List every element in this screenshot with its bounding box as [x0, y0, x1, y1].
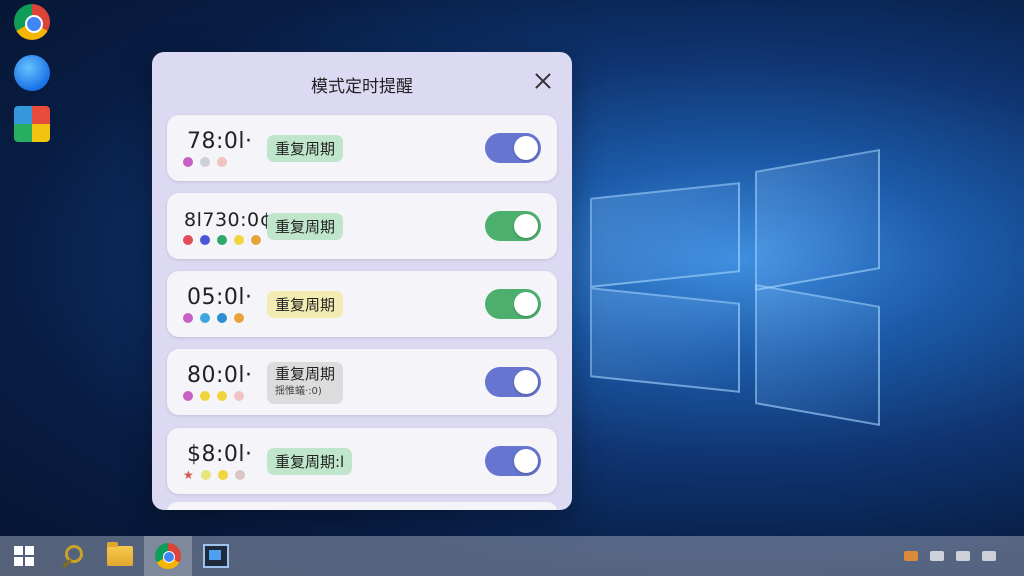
weekday-dot	[234, 313, 244, 323]
weekday-dots: ★	[183, 468, 245, 482]
toggle-knob	[514, 292, 538, 316]
alarm-card[interactable]: 05:0l· 重复周期	[167, 271, 557, 337]
desktop-icon-chrome[interactable]	[4, 4, 60, 43]
weekday-dots	[183, 157, 227, 167]
weekday-dot	[183, 157, 193, 167]
repeat-badge-label: 重复周期	[275, 365, 336, 383]
weekday-dot	[217, 391, 227, 401]
repeat-badge-sublabel: 揺惟蟻·:0)	[275, 386, 322, 397]
weekday-dot	[234, 391, 244, 401]
repeat-badge-label: 重复周期	[275, 218, 336, 236]
alarm-card[interactable]: 8l730:0¢ 重复周期	[167, 193, 557, 259]
alarm-toggle[interactable]	[485, 446, 541, 476]
weather-icon[interactable]	[904, 551, 918, 561]
weekday-dot	[200, 313, 210, 323]
weekday-dot	[217, 157, 227, 167]
volume-icon[interactable]	[956, 551, 970, 561]
repeat-badge[interactable]: 重复周期	[267, 213, 344, 240]
chrome-icon	[14, 4, 50, 40]
repeat-badge-label: 重复周期:l	[275, 453, 345, 471]
taskbar	[0, 536, 1024, 576]
weekday-dot	[183, 391, 193, 401]
alarm-time: 80:0l·	[187, 363, 253, 388]
taskbar-terminal[interactable]	[192, 536, 240, 576]
weekday-dot	[183, 235, 193, 245]
file-explorer-icon	[107, 542, 133, 566]
system-tray	[904, 536, 1024, 576]
repeat-badge[interactable]: 重复周期:l	[267, 448, 353, 475]
alarm-toggle[interactable]	[485, 211, 541, 241]
start-button[interactable]	[0, 536, 48, 576]
alarm-toggle[interactable]	[485, 289, 541, 319]
weekday-dot	[200, 391, 210, 401]
weekday-dots	[183, 235, 261, 245]
terminal-icon	[203, 544, 229, 568]
taskbar-file-explorer[interactable]	[96, 536, 144, 576]
alarm-card[interactable]: $8:0l· ★ 重复周期:l	[167, 428, 557, 494]
weekday-dot	[200, 470, 211, 480]
weekday-dot	[234, 470, 245, 480]
toggle-knob	[514, 136, 538, 160]
search-icon	[61, 545, 83, 567]
alarm-card[interactable]: 78:0l· 重复周期	[167, 115, 557, 181]
alarm-time: 8l730:0¢	[184, 209, 273, 231]
repeat-badge[interactable]: 重复周期	[267, 291, 344, 318]
weekday-dot	[200, 235, 210, 245]
repeat-badge[interactable]: 重复周期	[267, 135, 344, 162]
battery-icon[interactable]	[982, 551, 996, 561]
edge-icon	[14, 55, 50, 91]
weekday-dots	[183, 391, 244, 401]
weekday-dot	[217, 313, 227, 323]
repeat-badge-label: 重复周期	[275, 296, 336, 314]
start-icon	[14, 546, 34, 566]
weekday-dot	[251, 235, 261, 245]
weekday-dot	[217, 470, 228, 480]
alarm-time: 78:0l·	[187, 129, 253, 154]
weekday-dot	[234, 235, 244, 245]
weekday-dot	[217, 235, 227, 245]
alarm-card-partial	[167, 502, 557, 510]
desktop-icon-edge[interactable]	[4, 55, 60, 94]
desktop-icon-apps[interactable]	[4, 106, 60, 145]
dialog-title: 模式定时提醒	[311, 77, 413, 97]
taskbar-search-button[interactable]	[48, 536, 96, 576]
network-icon[interactable]	[930, 551, 944, 561]
repeat-badge-label: 重复周期	[275, 140, 336, 158]
star-icon: ★	[183, 468, 194, 482]
weekday-dots	[183, 313, 244, 323]
desktop-icons	[4, 4, 60, 157]
toggle-knob	[514, 449, 538, 473]
taskbar-chrome[interactable]	[144, 536, 192, 576]
weekday-dot	[200, 157, 210, 167]
repeat-badge[interactable]: 重复周期 揺惟蟻·:0)	[267, 362, 344, 404]
toggle-knob	[514, 214, 538, 238]
close-icon[interactable]	[532, 70, 554, 92]
windows-wallpaper-logo	[570, 148, 890, 427]
alarm-time: 05:0l·	[187, 285, 253, 310]
weekday-dot	[183, 313, 193, 323]
toggle-knob	[514, 370, 538, 394]
alarm-toggle[interactable]	[485, 367, 541, 397]
alarm-time: $8:0l·	[187, 442, 253, 467]
alarm-dialog: 模式定时提醒 78:0l· 重复周期 8l730:0¢ 重复周期 05:0l· …	[152, 52, 572, 510]
alarm-card[interactable]: 80:0l· 重复周期 揺惟蟻·:0)	[167, 349, 557, 415]
alarm-toggle[interactable]	[485, 133, 541, 163]
chrome-icon	[155, 543, 181, 569]
app-tiles-icon	[14, 106, 50, 142]
